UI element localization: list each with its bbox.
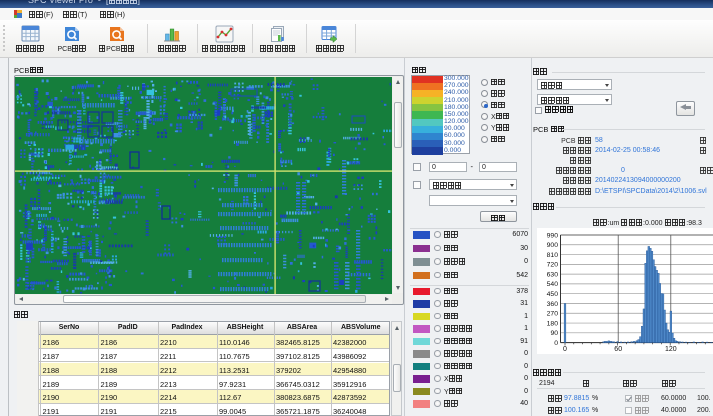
svg-text:810: 810 [547, 252, 559, 259]
svg-text:990: 990 [547, 232, 559, 239]
svg-text:540: 540 [547, 281, 559, 288]
svg-text:450: 450 [547, 291, 559, 298]
svg-text:0: 0 [554, 340, 558, 347]
svg-text:360: 360 [547, 301, 559, 308]
svg-text:630: 630 [547, 271, 559, 278]
svg-text:120: 120 [665, 346, 677, 353]
svg-text:180: 180 [547, 320, 559, 327]
svg-text:90: 90 [550, 330, 558, 337]
svg-text:720: 720 [547, 262, 559, 269]
svg-text:270: 270 [547, 311, 559, 318]
svg-text:900: 900 [547, 242, 559, 249]
svg-text:0: 0 [563, 346, 567, 353]
svg-text:60: 60 [614, 346, 622, 353]
